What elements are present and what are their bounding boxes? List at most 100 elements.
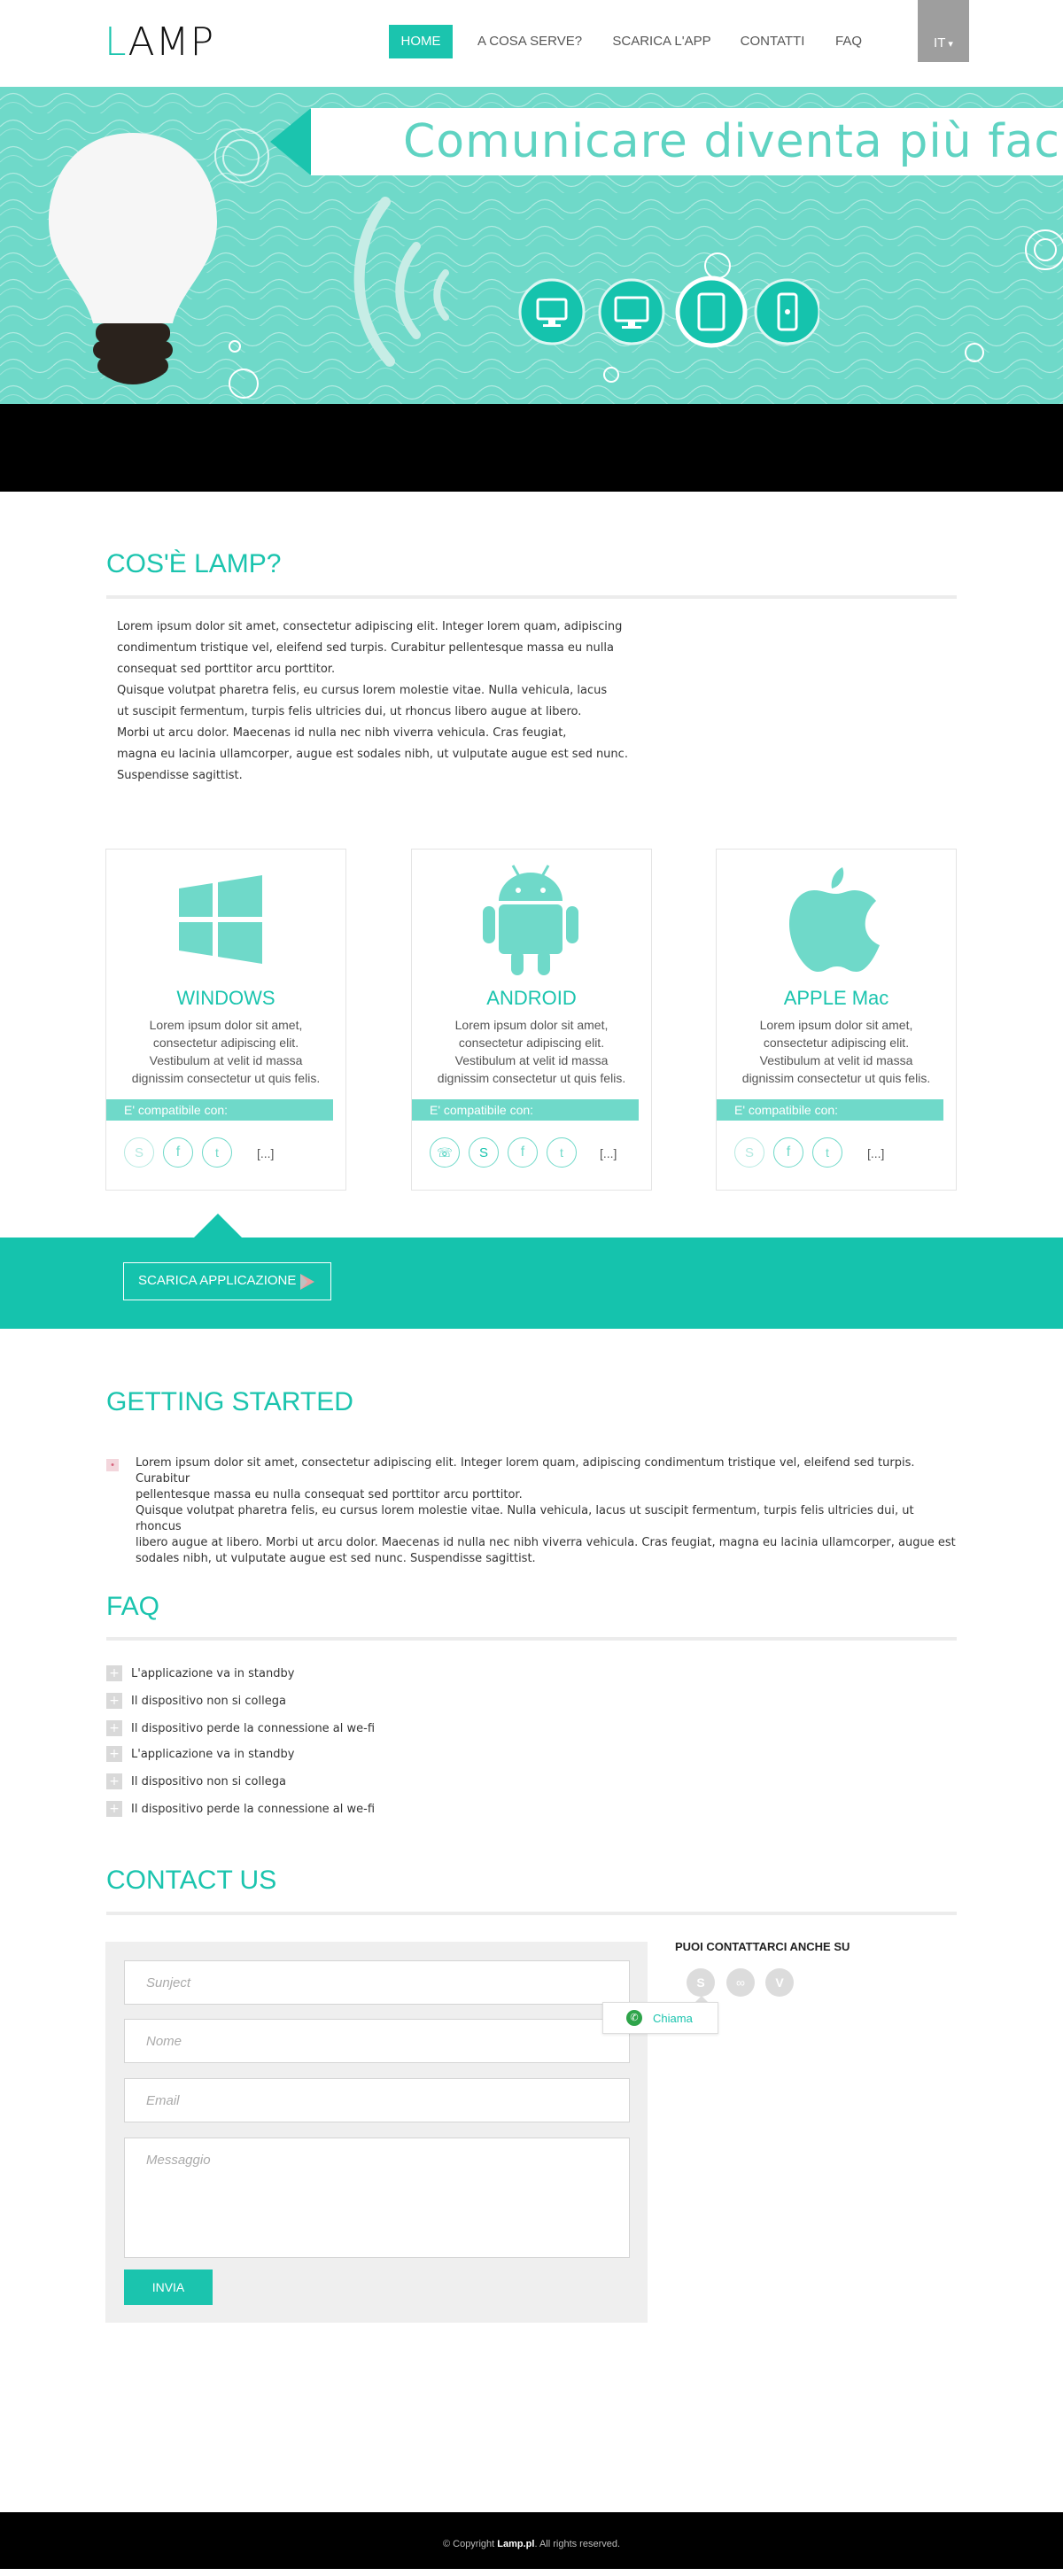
platform-text-line: dignissim consectetur ut quis felis. <box>131 1071 321 1085</box>
lightbulb-icon <box>49 133 217 384</box>
phone-icon: ✆ <box>626 2010 642 2026</box>
nav-contacts[interactable]: CONTATTI <box>732 25 813 58</box>
skype-icon[interactable]: S <box>469 1137 499 1168</box>
getting-started-line: Quisque volutpat pharetra felis, eu curs… <box>136 1504 914 1533</box>
logo[interactable]: LAMP <box>105 19 214 65</box>
about-line: Suspendisse sagittist. <box>117 769 243 782</box>
platform-text-line: Lorem ipsum dolor sit amet, <box>759 1018 913 1032</box>
platform-card-apple: APPLE Mac Lorem ipsum dolor sit amet, co… <box>716 849 957 1191</box>
platform-card-windows: WINDOWS Lorem ipsum dolor sit amet, cons… <box>105 849 346 1191</box>
contact-also-heading: PUOI CONTATTARCI ANCHE SU <box>675 1940 850 1953</box>
nav-faq[interactable]: FAQ <box>827 25 870 58</box>
platform-card-android: ANDROID Lorem ipsum dolor sit amet, cons… <box>411 849 652 1191</box>
getting-started-line: Lorem ipsum dolor sit amet, consectetur … <box>136 1456 915 1486</box>
faq-item[interactable]: + Il dispositivo non si collega <box>106 1692 286 1710</box>
hero-banner: Comunicare diventa più facile <box>0 87 1063 404</box>
about-text: Lorem ipsum dolor sit amet, consectetur … <box>117 617 666 787</box>
nav-about[interactable]: A COSA SERVE? <box>468 25 592 58</box>
platform-text-line: Lorem ipsum dolor sit amet, <box>454 1018 609 1032</box>
getting-started-line: pellentesque massa eu nulla consequat se… <box>136 1488 523 1501</box>
logo-initial: L <box>105 19 128 65</box>
apple-icon <box>789 867 880 972</box>
site-header: LAMP HOME A COSA SERVE? SCARICA L'APP CO… <box>0 0 1063 87</box>
platform-description: Lorem ipsum dolor sit amet, consectetur … <box>124 1016 328 1087</box>
getting-started-heading: GETTING STARTED <box>106 1387 353 1416</box>
platform-text-line: consectetur adipiscing elit. <box>152 1036 299 1050</box>
call-label: Chiama <box>653 2011 693 2025</box>
skype-icon[interactable]: S <box>124 1137 154 1168</box>
twitter-icon[interactable]: t <box>547 1137 577 1168</box>
about-line: Morbi ut arcu dolor. Maecenas id nulla n… <box>117 726 567 740</box>
monitor-icon <box>598 278 665 345</box>
hero-black-band <box>0 404 1063 492</box>
smartphone-icon <box>754 278 819 345</box>
plus-icon: + <box>106 1720 122 1736</box>
plus-icon: + <box>106 1693 122 1709</box>
more-link[interactable]: [...] <box>600 1146 617 1160</box>
footer: © Copyright Lamp.pl. All rights reserved… <box>0 2512 1063 2569</box>
viber-icon[interactable]: ☏ <box>430 1137 460 1168</box>
call-popup[interactable]: ✆ Chiama <box>602 2002 718 2034</box>
message-field[interactable]: Messaggio <box>124 2138 630 2258</box>
faq-question: Il dispositivo perde la connessione al w… <box>131 1721 376 1735</box>
facebook-icon[interactable]: f <box>773 1137 803 1168</box>
facebook-icon[interactable]: f <box>163 1137 193 1168</box>
getting-started-text: Lorem ipsum dolor sit amet, consectetur … <box>136 1455 959 1567</box>
footer-copyright: © Copyright <box>442 2539 498 2549</box>
faq-question: L'applicazione va in standby <box>131 1666 295 1680</box>
facebook-icon[interactable]: f <box>508 1137 538 1168</box>
platform-description: Lorem ipsum dolor sit amet, consectetur … <box>734 1016 938 1087</box>
platform-text-line: Lorem ipsum dolor sit amet, <box>149 1018 303 1032</box>
platform-text-line: dignissim consectetur ut quis felis. <box>437 1071 626 1085</box>
more-link[interactable]: [...] <box>257 1146 274 1160</box>
about-line: Lorem ipsum dolor sit amet, consectetur … <box>117 620 623 633</box>
skype-contact-icon[interactable]: S <box>687 1968 715 1997</box>
platform-title: APPLE Mac <box>783 987 889 1009</box>
plus-icon: + <box>106 1665 122 1681</box>
tablet-icon <box>675 275 748 348</box>
language-label: IT <box>934 35 946 50</box>
faq-item[interactable]: + L'applicazione va in standby <box>106 1745 294 1763</box>
twitter-icon[interactable]: t <box>812 1137 842 1168</box>
faq-item[interactable]: + Il dispositivo non si collega <box>106 1773 286 1790</box>
nav-home[interactable]: HOME <box>389 25 453 58</box>
compat-bar: E' compatibile con: <box>717 1099 943 1121</box>
desktop-mac-icon <box>518 278 586 345</box>
faq-item[interactable]: + Il dispositivo perde la connessione al … <box>106 1800 375 1818</box>
about-line: magna eu lacinia ullamcorper, augue est … <box>117 748 628 761</box>
compat-bar: E' compatibile con: <box>412 1099 639 1121</box>
platform-text-line: Vestibulum at velit id massa <box>149 1053 303 1067</box>
nav-download[interactable]: SCARICA L'APP <box>608 25 716 58</box>
platform-description: Lorem ipsum dolor sit amet, consectetur … <box>430 1016 633 1087</box>
about-line: Quisque volutpat pharetra felis, eu curs… <box>117 684 608 697</box>
hero-title-arrow <box>270 108 311 175</box>
link-contact-icon[interactable]: ∞ <box>726 1968 755 1997</box>
twitter-icon[interactable]: t <box>202 1137 232 1168</box>
subject-field[interactable]: Sunject <box>124 1960 630 2005</box>
getting-started-line: libero augue at libero. Morbi ut arcu do… <box>136 1536 956 1549</box>
name-field[interactable]: Nome <box>124 2019 630 2063</box>
faq-item[interactable]: + L'applicazione va in standby <box>106 1664 294 1682</box>
send-button[interactable]: INVIA <box>124 2270 213 2305</box>
plus-icon: + <box>106 1746 122 1762</box>
platform-text-line: Vestibulum at velit id massa <box>759 1053 913 1067</box>
download-app-label: SCARICA APPLICAZIONE <box>138 1273 297 1288</box>
footer-brand[interactable]: Lamp.pl <box>497 2539 534 2549</box>
plus-icon: + <box>106 1801 122 1817</box>
viber-contact-icon[interactable]: V <box>765 1968 794 1997</box>
skype-icon[interactable]: S <box>734 1137 764 1168</box>
contact-heading: CONTACT US <box>106 1866 277 1895</box>
email-field[interactable]: Email <box>124 2078 630 2122</box>
bullet-icon: • <box>106 1459 119 1471</box>
more-link[interactable]: [...] <box>867 1146 884 1160</box>
about-line: consequat sed porttitor arcu porttitor. <box>117 663 336 676</box>
windows-icon <box>179 875 262 964</box>
device-circles <box>518 275 819 348</box>
download-app-button[interactable]: SCARICA APPLICAZIONE <box>123 1262 331 1300</box>
about-line: condimentum tristique vel, eleifend sed … <box>117 641 614 655</box>
language-selector[interactable]: IT ▾ <box>918 0 969 62</box>
faq-item[interactable]: + Il dispositivo perde la connessione al … <box>106 1719 375 1737</box>
platform-title: WINDOWS <box>176 987 275 1009</box>
faq-heading: FAQ <box>106 1592 160 1621</box>
faq-question: Il dispositivo perde la connessione al w… <box>131 1802 376 1816</box>
